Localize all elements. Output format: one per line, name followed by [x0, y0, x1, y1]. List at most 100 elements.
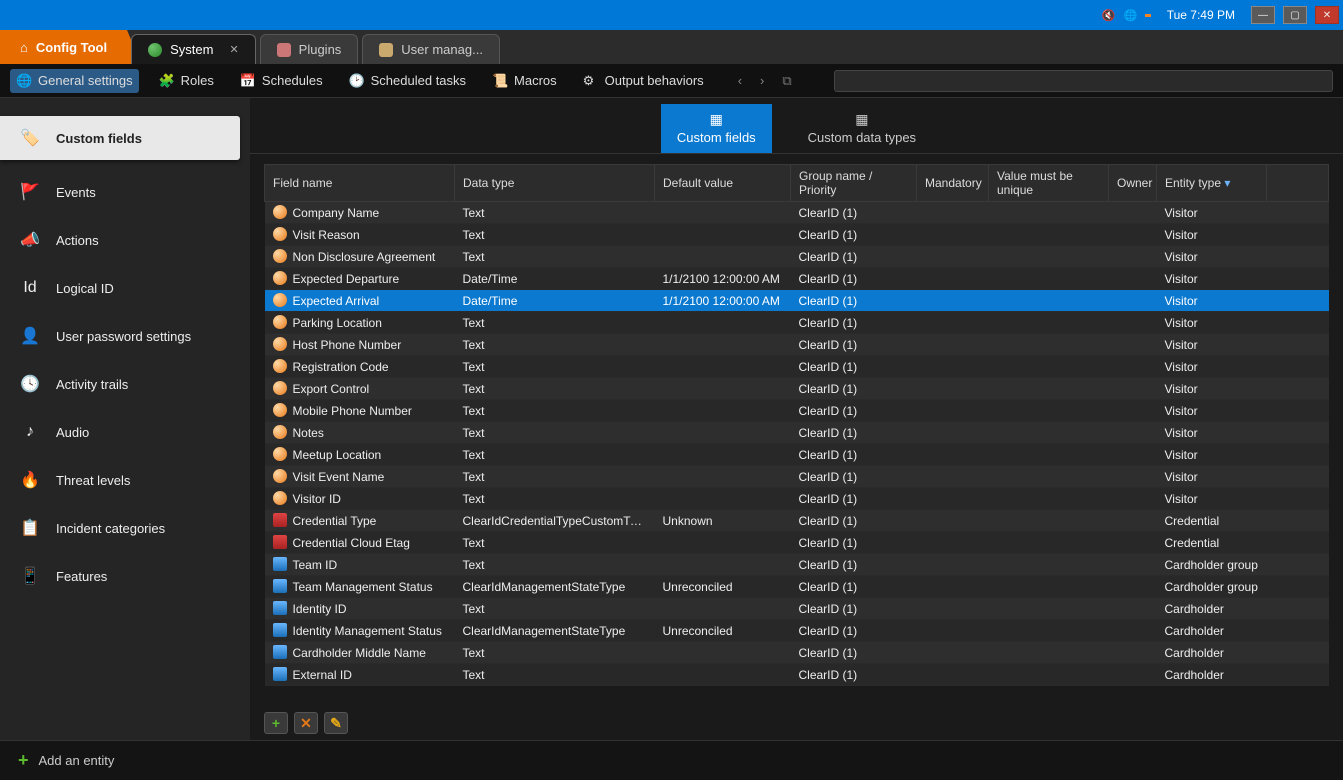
cell-mandatory	[917, 488, 989, 510]
cell-mandatory	[917, 532, 989, 554]
toolbar-scheduled-tasks[interactable]: 🕑Scheduled tasks	[343, 69, 472, 93]
col-data-type[interactable]: Data type	[455, 165, 655, 202]
cell-data-type: Text	[455, 356, 655, 378]
col-default-value[interactable]: Default value	[655, 165, 791, 202]
sidebar-item-features[interactable]: 📱Features	[0, 552, 250, 600]
sidebar-item-activity-trails[interactable]: 🕓Activity trails	[0, 360, 250, 408]
sidebar-item-events[interactable]: 🚩Events	[0, 168, 250, 216]
titlebar: 🔇 🌐 Tue 7:49 PM — ▢ ✕	[0, 0, 1343, 30]
table-row[interactable]: Credential TypeClearIdCredentialTypeCust…	[265, 510, 1329, 532]
cell-spacer	[1267, 444, 1329, 466]
mute-icon[interactable]: 🔇	[1101, 7, 1117, 23]
toolbar-macros[interactable]: 📜Macros	[486, 69, 563, 93]
sidebar-item-incident-categories[interactable]: 📋Incident categories	[0, 504, 250, 552]
sidebar-item-custom-fields[interactable]: 🏷️Custom fields	[0, 116, 240, 160]
cell-spacer	[1267, 202, 1329, 224]
tab-user-manag-[interactable]: User manag...	[362, 34, 500, 64]
table-row[interactable]: Meetup LocationTextClearID (1)Visitor	[265, 444, 1329, 466]
cell-entity-type: Visitor	[1157, 378, 1267, 400]
maximize-button[interactable]: ▢	[1283, 6, 1307, 24]
cell-default-value	[655, 334, 791, 356]
nav-home-button[interactable]: ⧉	[774, 69, 799, 93]
table-row[interactable]: Mobile Phone NumberTextClearID (1)Visito…	[265, 400, 1329, 422]
cell-unique	[989, 488, 1109, 510]
table-row[interactable]: Identity Management StatusClearIdManagem…	[265, 620, 1329, 642]
add-button[interactable]: +	[264, 712, 288, 734]
cell-entity-type: Visitor	[1157, 466, 1267, 488]
nav-forward-button[interactable]: ›	[752, 69, 772, 93]
sidebar-icon: 👤	[18, 324, 42, 348]
table-row[interactable]: Expected DepartureDate/Time1/1/2100 12:0…	[265, 268, 1329, 290]
close-button[interactable]: ✕	[1315, 6, 1339, 24]
table-header-row: Field nameData typeDefault valueGroup na…	[265, 165, 1329, 202]
sidebar-item-actions[interactable]: 📣Actions	[0, 216, 250, 264]
table-row[interactable]: Team IDTextClearID (1)Cardholder group	[265, 554, 1329, 576]
network-icon[interactable]: 🌐	[1123, 7, 1139, 23]
cell-unique	[989, 202, 1109, 224]
content-tab-custom-fields[interactable]: ▦Custom fields	[661, 104, 772, 153]
sidebar-item-user-password-settings[interactable]: 👤 User password settings	[0, 312, 250, 360]
toolbar-schedules[interactable]: 📅Schedules	[234, 69, 329, 93]
col-value-must-be-unique[interactable]: Value must be unique	[989, 165, 1109, 202]
close-icon[interactable]: ✕	[229, 43, 238, 56]
toolbar-general-settings[interactable]: 🌐General settings	[10, 69, 139, 93]
cell-unique	[989, 598, 1109, 620]
table-row[interactable]: Company NameTextClearID (1)Visitor	[265, 202, 1329, 224]
content-tab-custom-data-types[interactable]: ▦Custom data types	[792, 104, 932, 153]
minimize-button[interactable]: —	[1251, 6, 1275, 24]
sidebar-item-label: User password settings	[56, 329, 191, 344]
table-row[interactable]: Host Phone NumberTextClearID (1)Visitor	[265, 334, 1329, 356]
col-field-name[interactable]: Field name	[265, 165, 455, 202]
cell-group: ClearID (1)	[791, 334, 917, 356]
sidebar-item-threat-levels[interactable]: 🔥Threat levels	[0, 456, 250, 504]
search-input[interactable]	[834, 70, 1333, 92]
cell-field-name: Expected Arrival	[265, 290, 455, 312]
nav-back-button[interactable]: ‹	[730, 69, 750, 93]
table-row[interactable]: Non Disclosure AgreementTextClearID (1)V…	[265, 246, 1329, 268]
table-row[interactable]: Registration CodeTextClearID (1)Visitor	[265, 356, 1329, 378]
edit-button[interactable]: ✎	[324, 712, 348, 734]
table-row[interactable]: Parking LocationTextClearID (1)Visitor	[265, 312, 1329, 334]
tab-system[interactable]: System✕	[131, 34, 256, 64]
cell-owner	[1109, 598, 1157, 620]
row-icon	[273, 227, 287, 241]
table-row[interactable]: Visit Event NameTextClearID (1)Visitor	[265, 466, 1329, 488]
cell-group: ClearID (1)	[791, 664, 917, 686]
col-owner[interactable]: Owner	[1109, 165, 1157, 202]
table-row[interactable]: Visitor IDTextClearID (1)Visitor	[265, 488, 1329, 510]
sidebar-item-label: Features	[56, 569, 107, 584]
footer-add-entity[interactable]: + Add an entity	[0, 740, 1343, 780]
sidebar-item-audio[interactable]: ♪Audio	[0, 408, 250, 456]
cell-group: ClearID (1)	[791, 598, 917, 620]
cell-entity-type: Visitor	[1157, 312, 1267, 334]
cell-unique	[989, 510, 1109, 532]
sidebar-item-logical-id[interactable]: IdLogical ID	[0, 264, 250, 312]
table-row[interactable]: Cardholder Middle NameTextClearID (1)Car…	[265, 642, 1329, 664]
row-icon	[273, 293, 287, 307]
sidebar-icon: ♪	[18, 420, 42, 444]
table-row[interactable]: Identity IDTextClearID (1)Cardholder	[265, 598, 1329, 620]
cell-field-name: Credential Cloud Etag	[265, 532, 455, 554]
table-row[interactable]: NotesTextClearID (1)Visitor	[265, 422, 1329, 444]
table-row[interactable]: Team Management StatusClearIdManagementS…	[265, 576, 1329, 598]
col-mandatory[interactable]: Mandatory	[917, 165, 989, 202]
row-icon	[273, 535, 287, 549]
toolbar-roles[interactable]: 🧩Roles	[153, 69, 220, 93]
toolbar-output-behaviors[interactable]: ⚙Output behaviors	[577, 69, 710, 93]
cell-unique	[989, 532, 1109, 554]
col-group-name-priority[interactable]: Group name / Priority	[791, 165, 917, 202]
cell-mandatory	[917, 598, 989, 620]
col-entity-type[interactable]: Entity type ▾	[1157, 165, 1267, 202]
table-row[interactable]: Export ControlTextClearID (1)Visitor	[265, 378, 1329, 400]
cell-entity-type: Visitor	[1157, 488, 1267, 510]
cell-data-type: Date/Time	[455, 268, 655, 290]
table-row[interactable]: Expected ArrivalDate/Time1/1/2100 12:00:…	[265, 290, 1329, 312]
table-row[interactable]: Credential Cloud EtagTextClearID (1)Cred…	[265, 532, 1329, 554]
delete-button[interactable]: ✕	[294, 712, 318, 734]
cell-owner	[1109, 268, 1157, 290]
config-tool-tab[interactable]: ⌂ Config Tool	[0, 30, 127, 64]
tab-plugins[interactable]: Plugins	[260, 34, 359, 64]
table-row[interactable]: External IDTextClearID (1)Cardholder	[265, 664, 1329, 686]
cell-unique	[989, 400, 1109, 422]
table-row[interactable]: Visit ReasonTextClearID (1)Visitor	[265, 224, 1329, 246]
